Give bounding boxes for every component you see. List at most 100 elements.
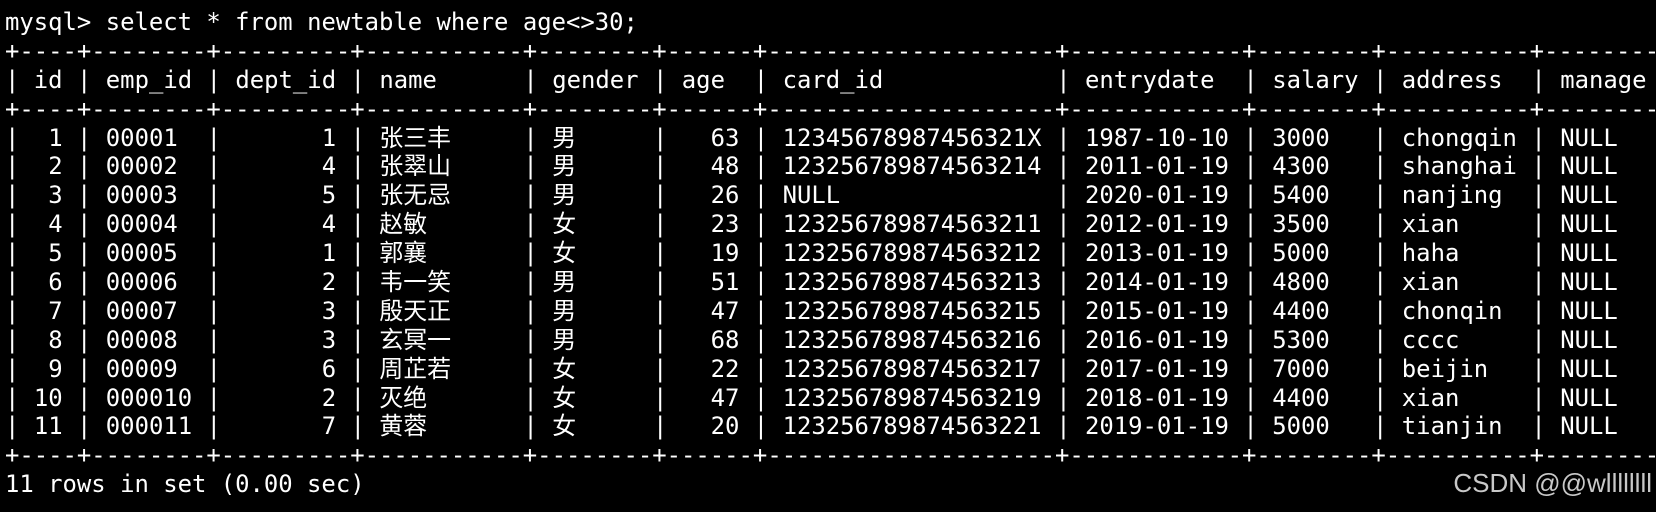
column-separator: |: [523, 268, 538, 297]
column-separator: |: [5, 412, 20, 441]
cell-address: nanjing: [1401, 181, 1503, 210]
column-separator: |: [350, 325, 365, 354]
column-header-manage: manage: [1560, 65, 1647, 94]
column-separator: |: [653, 354, 668, 383]
column-separator: |: [523, 354, 538, 383]
table-row: ||||||||||||6000062韦一笑男51123256789874563…: [5, 268, 1651, 297]
cell-salary: 3500: [1272, 210, 1330, 239]
cell-id: 10: [33, 383, 63, 412]
cell-salary: 4800: [1272, 268, 1330, 297]
table-row: ||||||||||||2000024张翠山男48123256789874563…: [5, 152, 1651, 181]
column-separator: |: [523, 239, 538, 268]
cell-salary: 5300: [1272, 325, 1330, 354]
cell-id: 3: [48, 181, 63, 210]
column-separator: |: [1056, 268, 1071, 297]
column-separator: |: [753, 268, 769, 297]
column-separator: |: [206, 210, 221, 239]
column-separator: |: [1056, 152, 1071, 181]
column-separator: |: [1243, 239, 1258, 268]
table-border-header: +----+--------+---------+-----------+---…: [5, 94, 1656, 123]
column-separator: |: [5, 152, 20, 181]
cell-dept-id: 3: [321, 325, 337, 354]
cell-age: 22: [710, 354, 740, 383]
column-separator: |: [1531, 296, 1546, 325]
column-separator: |: [77, 354, 92, 383]
cell-gender: 男: [552, 296, 577, 325]
column-separator: |: [523, 412, 538, 441]
column-separator: |: [5, 239, 20, 268]
cell-entrydate: 2013-01-19: [1085, 239, 1229, 268]
cell-address: haha: [1401, 239, 1460, 268]
cell-entrydate: 2015-01-19: [1085, 296, 1229, 325]
column-separator: |: [1373, 123, 1388, 152]
column-separator: |: [1531, 354, 1546, 383]
column-separator: |: [1056, 123, 1071, 152]
cell-name: 张无忌: [379, 181, 452, 210]
cell-address: chonqin: [1401, 296, 1503, 325]
column-separator: |: [5, 325, 20, 354]
mysql-prompt: mysql>: [5, 8, 92, 36]
cell-card-id: 123256789874563214: [782, 152, 1042, 181]
cell-age: 23: [710, 210, 740, 239]
column-separator: |: [5, 210, 20, 239]
column-separator: |: [77, 325, 92, 354]
cell-salary: 4400: [1272, 296, 1330, 325]
cell-dept-id: 5: [321, 181, 337, 210]
column-separator: |: [1373, 268, 1388, 297]
column-separator: |: [1056, 210, 1071, 239]
cell-manage: NULL: [1560, 383, 1618, 412]
column-separator: |: [653, 65, 668, 94]
cell-salary: 5400: [1272, 181, 1330, 210]
column-separator: |: [206, 65, 221, 94]
cell-name: 玄冥一: [379, 325, 452, 354]
column-separator: |: [653, 152, 668, 181]
column-separator: |: [5, 123, 20, 152]
cell-address: xian: [1401, 383, 1460, 412]
cell-entrydate: 2017-01-19: [1085, 354, 1229, 383]
column-separator: |: [523, 296, 538, 325]
cell-manage: NULL: [1560, 152, 1618, 181]
column-separator: |: [523, 152, 538, 181]
csdn-watermark: CSDN @@wllllllll: [1453, 468, 1652, 499]
cell-card-id: NULL: [782, 181, 841, 210]
cell-card-id: 123256789874563212: [782, 239, 1042, 268]
column-separator: |: [1373, 152, 1388, 181]
column-separator: |: [5, 268, 20, 297]
column-separator: |: [1056, 354, 1071, 383]
column-separator: |: [653, 296, 668, 325]
cell-salary: 5000: [1272, 239, 1330, 268]
table-row: ||||||||||||7000073殷天正男47123256789874563…: [5, 297, 1651, 326]
cell-emp-id: 00002: [105, 152, 178, 181]
cell-card-id: 123256789874563221: [782, 412, 1042, 441]
cell-gender: 男: [552, 181, 577, 210]
column-separator: |: [1531, 123, 1546, 152]
cell-dept-id: 4: [321, 210, 337, 239]
column-separator: |: [77, 152, 92, 181]
column-separator: |: [523, 123, 538, 152]
column-header-salary: salary: [1272, 65, 1359, 94]
cell-card-id: 12345678987456321X: [782, 123, 1042, 152]
column-separator: |: [1056, 65, 1071, 94]
column-separator: |: [1531, 210, 1546, 239]
cell-name: 周芷若: [379, 354, 452, 383]
cell-entrydate: 1987-10-10: [1085, 123, 1229, 152]
cell-entrydate: 2011-01-19: [1085, 152, 1229, 181]
column-separator: |: [350, 239, 365, 268]
column-separator: |: [77, 123, 92, 152]
column-separator: |: [1243, 123, 1258, 152]
cell-card-id: 123256789874563216: [782, 325, 1042, 354]
column-separator: |: [5, 65, 20, 94]
cell-age: 47: [710, 383, 740, 412]
cell-id: 5: [48, 239, 63, 268]
cell-card-id: 123256789874563213: [782, 268, 1042, 297]
column-separator: |: [523, 210, 538, 239]
column-separator: |: [206, 152, 221, 181]
terminal-window[interactable]: mysql> select * from newtable where age<…: [5, 8, 1656, 499]
column-separator: |: [206, 181, 221, 210]
column-separator: |: [1531, 152, 1546, 181]
cell-name: 郭襄: [379, 239, 428, 268]
cell-emp-id: 00006: [105, 268, 178, 297]
column-separator: |: [206, 268, 221, 297]
cell-entrydate: 2016-01-19: [1085, 325, 1229, 354]
cell-name: 韦一笑: [379, 268, 452, 297]
